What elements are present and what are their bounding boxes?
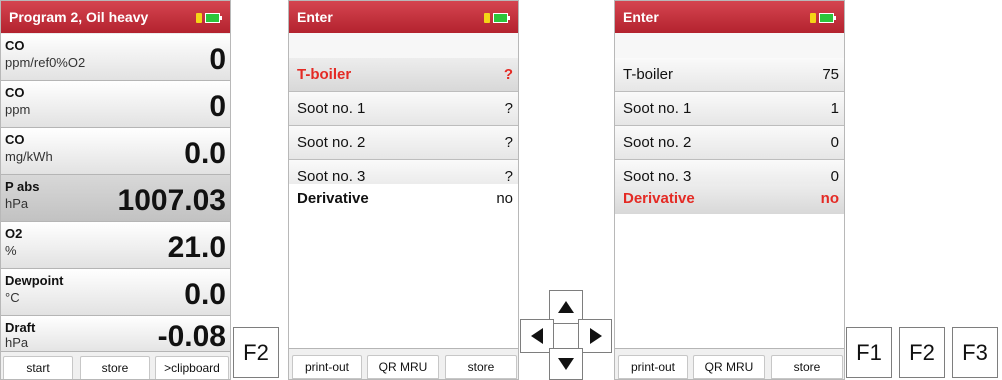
measurement-screen: Program 2, Oil heavy CO ppm/ref0%O2 0 CO… xyxy=(0,0,231,380)
measurement-value: 0 xyxy=(209,43,226,76)
left-icon xyxy=(531,328,543,344)
measurement-unit: mg/kWh xyxy=(5,149,53,164)
print-out-softkey[interactable]: print-out xyxy=(292,355,362,379)
measurement-row[interactable]: O2 % 21.0 xyxy=(1,222,230,269)
measurement-value: 0.0 xyxy=(184,137,226,170)
title-bar: Enter xyxy=(289,1,518,33)
input-value: ? xyxy=(504,168,513,185)
input-value: ? xyxy=(503,66,513,83)
measurement-unit: % xyxy=(5,243,17,258)
input-value: ? xyxy=(504,134,513,151)
measurement-name: CO xyxy=(5,85,25,100)
input-row-soot-1[interactable]: Soot no. 1 ? xyxy=(289,92,518,126)
program-title: Program 2, Oil heavy xyxy=(9,9,149,25)
title-bar: Enter xyxy=(615,1,844,33)
measurement-row[interactable]: CO mg/kWh 0.0 xyxy=(1,128,230,175)
measurement-unit: ppm xyxy=(5,102,31,117)
softkey-bar: start store >clipboard xyxy=(1,351,230,379)
right-arrow-button[interactable] xyxy=(578,319,612,353)
measurement-row[interactable]: Draft hPa -0.08 xyxy=(1,316,230,355)
measurement-value: -0.08 xyxy=(157,320,226,353)
measurement-value: 0 xyxy=(209,90,226,123)
measurement-unit: hPa xyxy=(5,335,29,350)
store-softkey[interactable]: store xyxy=(445,355,517,379)
input-value: no xyxy=(820,190,839,207)
input-value: 75 xyxy=(822,66,839,83)
measurement-unit: hPa xyxy=(5,196,29,211)
start-softkey[interactable]: start xyxy=(3,356,73,379)
clipboard-softkey[interactable]: >clipboard xyxy=(155,356,229,379)
input-row-soot-2[interactable]: Soot no. 2 0 xyxy=(615,126,844,160)
input-value: 1 xyxy=(830,100,839,117)
f3-key[interactable]: F3 xyxy=(952,327,998,378)
input-value: 0 xyxy=(830,134,839,151)
battery-icon xyxy=(484,12,510,24)
f2-key[interactable]: F2 xyxy=(899,327,945,378)
blank-area xyxy=(615,33,844,58)
measurement-value: 1007.03 xyxy=(117,184,226,217)
up-icon xyxy=(558,301,574,313)
blank-area xyxy=(289,33,518,58)
input-label: Soot no. 1 xyxy=(297,100,366,117)
battery-icon xyxy=(196,12,222,24)
measurement-row[interactable]: CO ppm/ref0%O2 0 xyxy=(1,34,230,81)
input-label: Derivative xyxy=(297,190,369,207)
measurement-value: 0.0 xyxy=(184,278,226,311)
input-value: ? xyxy=(504,100,513,117)
battery-icon xyxy=(810,12,836,24)
qr-mru-softkey[interactable]: QR MRU xyxy=(693,355,765,379)
input-row-soot-1[interactable]: Soot no. 1 1 xyxy=(615,92,844,126)
measurement-name: CO xyxy=(5,132,25,147)
measurement-row[interactable]: Dewpoint °C 0.0 xyxy=(1,269,230,316)
measurement-name: Dewpoint xyxy=(5,273,64,288)
input-value: 0 xyxy=(830,168,839,185)
enter-screen: Enter T-boiler ? Soot no. 1 ? Soot no. 2… xyxy=(288,0,519,380)
measurement-name: Draft xyxy=(5,320,36,335)
measurement-unit: ppm/ref0%O2 xyxy=(5,55,86,70)
title-bar: Program 2, Oil heavy xyxy=(1,1,230,33)
input-label: Derivative xyxy=(623,190,695,207)
input-label: Soot no. 2 xyxy=(623,134,692,151)
input-label: T-boiler xyxy=(623,66,674,83)
input-row-derivative[interactable]: Derivative no xyxy=(615,184,844,214)
measurement-value: 21.0 xyxy=(167,231,226,264)
blank-area xyxy=(289,214,518,349)
screen-title: Enter xyxy=(297,9,333,25)
blank-area xyxy=(615,214,844,349)
input-row-t-boiler[interactable]: T-boiler 75 xyxy=(615,58,844,92)
measurement-row[interactable]: CO ppm 0 xyxy=(1,81,230,128)
measurement-name: O2 xyxy=(5,226,23,241)
measurement-name: CO xyxy=(5,38,25,53)
qr-mru-softkey[interactable]: QR MRU xyxy=(367,355,439,379)
down-icon xyxy=(558,358,574,370)
f1-key[interactable]: F1 xyxy=(846,327,892,378)
softkey-bar: print-out QR MRU store xyxy=(289,348,518,379)
measurement-name: P abs xyxy=(5,179,40,194)
input-row-t-boiler[interactable]: T-boiler ? xyxy=(289,58,518,92)
store-softkey[interactable]: store xyxy=(80,356,150,379)
right-icon xyxy=(590,328,602,344)
input-label: T-boiler xyxy=(297,66,352,83)
input-row-soot-2[interactable]: Soot no. 2 ? xyxy=(289,126,518,160)
store-softkey[interactable]: store xyxy=(771,355,843,379)
f2-key[interactable]: F2 xyxy=(233,327,279,378)
softkey-bar: print-out QR MRU store xyxy=(615,348,844,379)
print-out-softkey[interactable]: print-out xyxy=(618,355,688,379)
enter-screen-filled: Enter T-boiler 75 Soot no. 1 1 Soot no. … xyxy=(614,0,845,380)
input-value: no xyxy=(496,190,513,207)
down-arrow-button[interactable] xyxy=(549,348,583,380)
input-label: Soot no. 3 xyxy=(297,168,366,185)
screen-title: Enter xyxy=(623,9,659,25)
input-label: Soot no. 1 xyxy=(623,100,692,117)
input-label: Soot no. 2 xyxy=(297,134,366,151)
input-row-derivative[interactable]: Derivative no xyxy=(289,184,518,214)
input-label: Soot no. 3 xyxy=(623,168,692,185)
measurement-unit: °C xyxy=(5,290,20,305)
measurement-row[interactable]: P abs hPa 1007.03 xyxy=(1,175,230,222)
arrow-pad xyxy=(520,290,616,380)
